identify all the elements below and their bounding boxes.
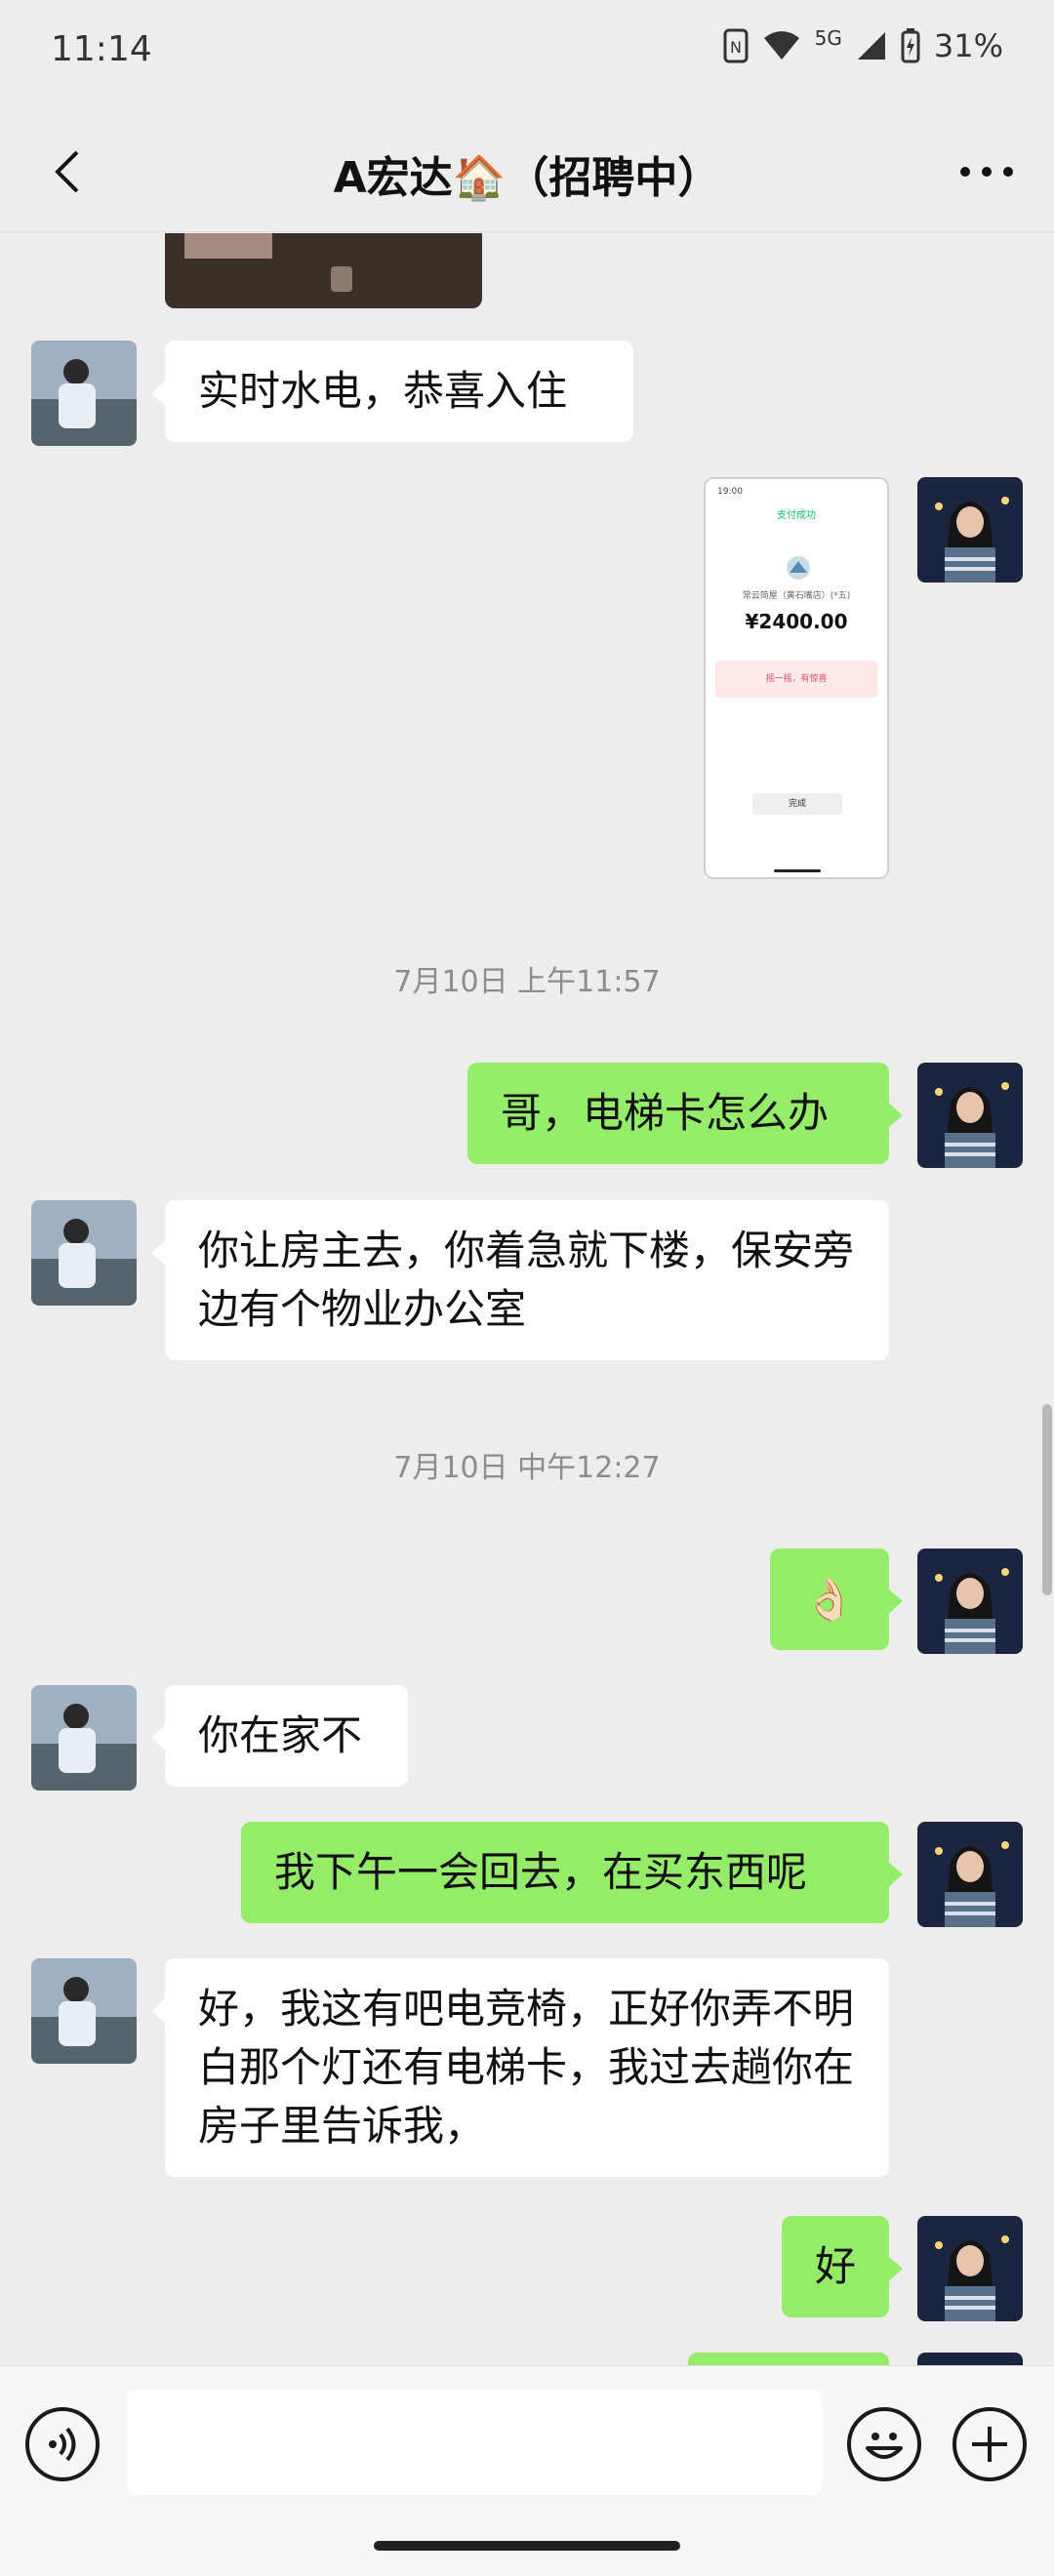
status-icons: N 5G 31%: [723, 26, 1003, 64]
screenshot-status-bar: 19:00: [717, 487, 743, 497]
nfc-icon: N: [723, 28, 749, 63]
chat-title: A宏达🏠（招聘中）: [333, 153, 721, 203]
status-bar: 11:14 N 5G 31%: [0, 0, 1054, 107]
battery-icon: [901, 28, 920, 63]
my-avatar[interactable]: [917, 477, 1023, 583]
message-bubble-incoming[interactable]: 你让房主去，你着急就下楼，保安旁边有个物业办公室: [151, 1200, 889, 1360]
status-time: 11:14: [51, 29, 152, 69]
payment-done-button: 完成: [752, 793, 842, 815]
payment-screenshot-image[interactable]: 19:00 支付成功 常云简屋（黄石嘴店）(*五) ¥2400.00 摇一摇，有…: [704, 477, 889, 879]
plus-icon: [972, 2427, 1007, 2462]
voice-icon: [49, 2427, 76, 2462]
contact-avatar[interactable]: [31, 1958, 137, 2064]
message-bubble-outgoing[interactable]: 哥，电梯卡怎么办: [467, 1063, 903, 1164]
image-message-partial[interactable]: [165, 233, 482, 308]
chat-area[interactable]: 实时水电，恭喜入住 19:00 支付成功 常云简屋（黄石嘴店）(*五) ¥240…: [0, 233, 1054, 2365]
more-button[interactable]: [943, 133, 1031, 211]
contact-avatar[interactable]: [31, 341, 137, 446]
battery-percent: 31%: [933, 27, 1003, 64]
payment-promo-banner: 摇一摇，有惊喜: [715, 661, 877, 698]
wifi-icon: [762, 30, 801, 61]
svg-text:N: N: [730, 38, 742, 57]
message-bubble-incoming[interactable]: 好，我这有吧电竞椅，正好你弄不明白那个灯还有电梯卡，我过去趟你在房子里告诉我，: [151, 1958, 889, 2177]
back-button[interactable]: [27, 133, 105, 211]
chevron-left-icon: [55, 150, 79, 193]
message-bubble-incoming[interactable]: 你在家不: [151, 1685, 408, 1787]
emoji-icon: [866, 2433, 903, 2459]
message-bubble-outgoing-partial[interactable]: [688, 2353, 889, 2365]
message-bubble-incoming[interactable]: 实时水电，恭喜入住: [151, 341, 633, 442]
network-type-label: 5G: [814, 26, 842, 50]
emoji-button[interactable]: [847, 2407, 921, 2481]
payment-success-label: 支付成功: [777, 510, 816, 521]
home-indicator[interactable]: [374, 2541, 680, 2551]
plus-button[interactable]: [953, 2407, 1027, 2481]
chat-scrollbar[interactable]: [1042, 1404, 1052, 1595]
message-bubble-outgoing[interactable]: 👌🏻: [770, 1549, 903, 1650]
payment-merchant: 常云简屋（黄石嘴店）(*五): [742, 591, 851, 601]
my-avatar[interactable]: [917, 1063, 1023, 1168]
more-dots-icon: [960, 167, 1013, 177]
voice-button[interactable]: [25, 2407, 100, 2481]
contact-avatar[interactable]: [31, 1685, 137, 1791]
timestamp: 7月10日 中午12:27: [393, 1451, 661, 1485]
message-bubble-outgoing[interactable]: 我下午一会回去，在买东西呢: [241, 1822, 903, 1923]
my-avatar[interactable]: [917, 1549, 1023, 1654]
merchant-logo-icon: [787, 556, 810, 580]
message-bubble-outgoing[interactable]: 好: [782, 2216, 903, 2317]
chat-header: A宏达🏠（招聘中）: [0, 107, 1054, 232]
payment-amount: ¥2400.00: [745, 610, 848, 633]
message-input[interactable]: [127, 2390, 822, 2495]
signal-icon: [856, 30, 887, 61]
my-avatar-partial[interactable]: [917, 2353, 1023, 2365]
my-avatar[interactable]: [917, 1822, 1023, 1927]
my-avatar[interactable]: [917, 2216, 1023, 2321]
timestamp: 7月10日 上午11:57: [393, 965, 661, 999]
contact-avatar[interactable]: [31, 1200, 137, 1306]
